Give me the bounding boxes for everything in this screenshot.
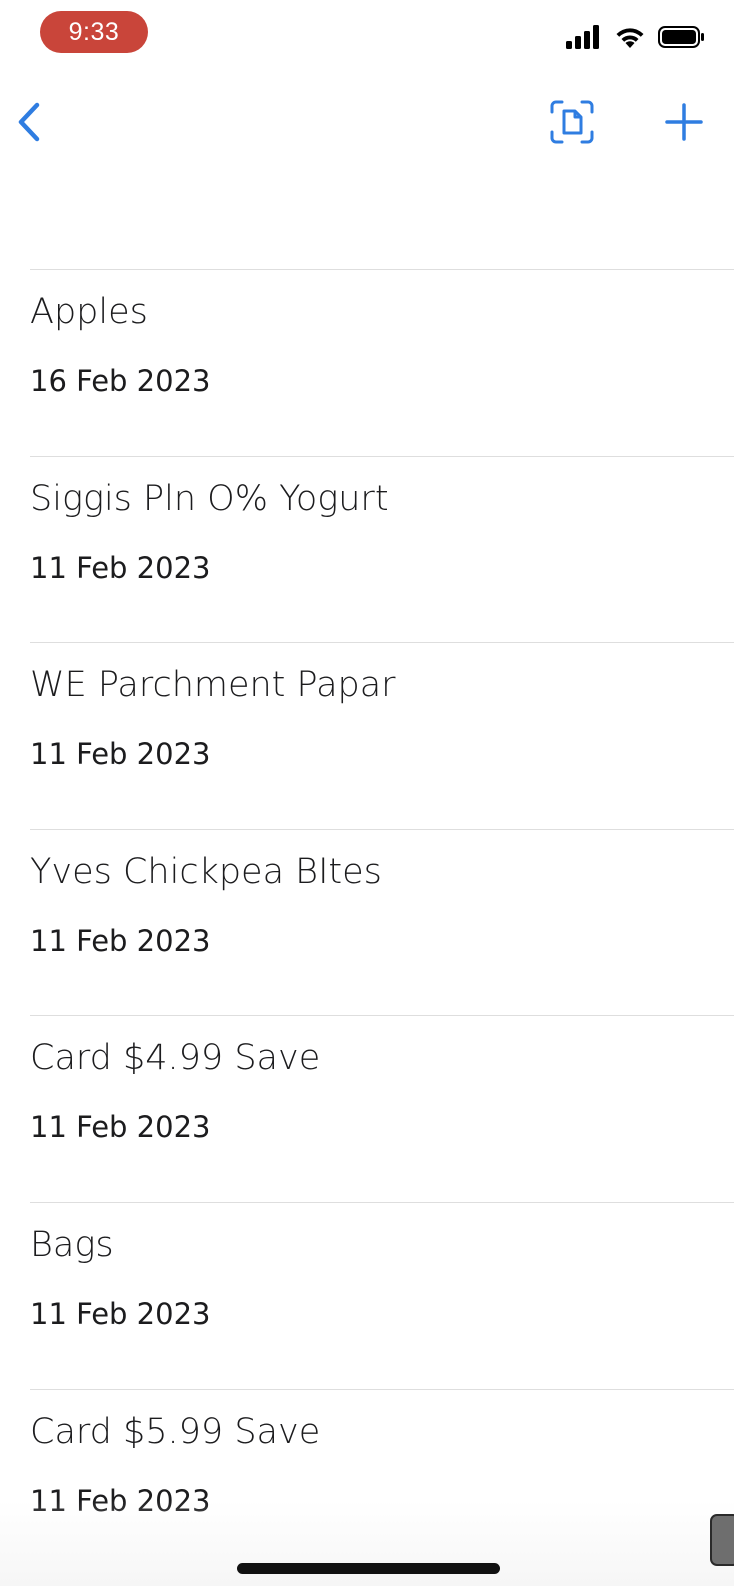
- item-title: WE Parchment Papar: [30, 665, 396, 706]
- status-icons: [566, 24, 706, 54]
- item-date: 11 Feb 2023: [30, 737, 211, 772]
- navigation-bar: [0, 84, 734, 164]
- list-item[interactable]: Bags 11 Feb 2023: [30, 1201, 734, 1389]
- item-date: 11 Feb 2023: [30, 923, 211, 958]
- plus-icon: [665, 103, 703, 145]
- item-title: Apples: [30, 292, 148, 332]
- item-date: 11 Feb 2023: [30, 1296, 211, 1331]
- list-item[interactable]: WE Parchment Papar 11 Feb 2023: [30, 642, 734, 829]
- chevron-left-icon: [16, 101, 42, 147]
- item-date: 11 Feb 2023: [30, 1483, 211, 1518]
- item-title: Yves Chickpea BItes: [30, 851, 382, 892]
- home-indicator[interactable]: [237, 1563, 500, 1574]
- document-scan-icon: [550, 100, 594, 148]
- item-date: 11 Feb 2023: [30, 1110, 211, 1145]
- wifi-icon: [614, 25, 646, 53]
- scan-document-button[interactable]: [544, 96, 600, 152]
- status-time: 9:33: [40, 11, 148, 53]
- item-title: Siggis Pln O% Yogurt: [30, 478, 389, 519]
- list-item[interactable]: Siggis Pln O% Yogurt 11 Feb 2023: [30, 455, 734, 643]
- list-item[interactable]: Card $5.99 Save 11 Feb 2023: [30, 1388, 734, 1576]
- floating-handle[interactable]: [710, 1514, 734, 1566]
- list-item[interactable]: Apples 16 Feb 2023: [30, 269, 734, 456]
- add-button[interactable]: [656, 96, 712, 152]
- list-item[interactable]: Yves Chickpea BItes 11 Feb 2023: [30, 828, 734, 1016]
- item-date: 16 Feb 2023: [30, 364, 211, 398]
- item-title: Card $4.99 Save: [30, 1038, 321, 1079]
- item-list: Apples 16 Feb 2023 Siggis Pln O% Yogurt …: [30, 269, 734, 1575]
- status-bar: 9:33: [0, 0, 734, 64]
- item-date: 11 Feb 2023: [30, 550, 211, 585]
- back-button[interactable]: [6, 94, 52, 154]
- item-title: Bags: [30, 1224, 114, 1265]
- item-title: Card $5.99 Save: [30, 1411, 321, 1452]
- battery-full-icon: [658, 25, 706, 53]
- cellular-signal-icon: [566, 25, 602, 53]
- list-item[interactable]: Card $4.99 Save 11 Feb 2023: [30, 1015, 734, 1202]
